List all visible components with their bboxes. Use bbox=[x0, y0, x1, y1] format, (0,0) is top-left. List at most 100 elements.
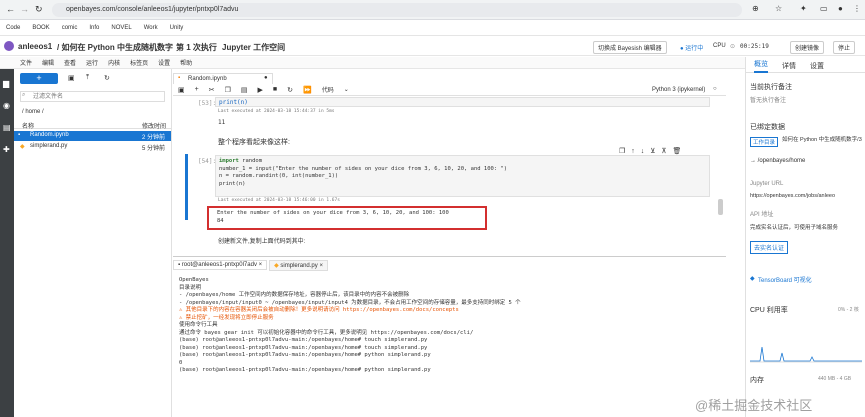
cut-icon[interactable]: ✂ bbox=[209, 86, 215, 94]
star-icon[interactable]: ☆ bbox=[775, 4, 782, 13]
switch-editor-button[interactable]: 切换成 Bayesish 编辑器 bbox=[593, 41, 667, 54]
reload-icon[interactable]: ↻ bbox=[35, 4, 43, 15]
commands-icon[interactable]: ▤ bbox=[3, 123, 11, 132]
paste-icon[interactable]: ▤ bbox=[241, 86, 248, 94]
terminal-line: (base) root@anleeos1-pntxp0l7advu-main:/… bbox=[179, 344, 428, 351]
zoom-icon[interactable]: ⊕ bbox=[752, 4, 759, 13]
save-icon[interactable]: ▣ bbox=[178, 86, 185, 94]
profile-icon[interactable]: ● bbox=[838, 4, 843, 13]
bookmark-novel[interactable]: NOVEL bbox=[111, 25, 131, 31]
file-time: 2 分钟前 bbox=[142, 135, 166, 141]
column-name[interactable]: 名称 bbox=[22, 121, 34, 130]
project-title[interactable]: / 如何在 Python 中生成随机数字 bbox=[57, 42, 173, 53]
breadcrumb[interactable]: / home / bbox=[22, 109, 44, 115]
markdown-cell[interactable]: 创建新文件,复制上面代码到其中: bbox=[218, 236, 305, 245]
workspace-label: Jupyter 工作空间 bbox=[222, 43, 286, 52]
bookmark-comic[interactable]: comic bbox=[62, 25, 78, 31]
tab-settings[interactable]: 设置 bbox=[810, 61, 824, 71]
refresh-icon[interactable]: ↻ bbox=[104, 74, 110, 82]
terminal-line: (base) root@anleeos1-pntxp0l7advu-main:/… bbox=[179, 337, 428, 343]
back-icon[interactable]: ← bbox=[6, 4, 15, 14]
notebook-tab[interactable]: ▪ Random.ipynb ● bbox=[173, 73, 273, 84]
copy-icon[interactable]: ❐ bbox=[225, 86, 231, 94]
file-row-python[interactable]: ◆ simplerand.py 5 分钟前 bbox=[14, 142, 171, 152]
bookmark-code[interactable]: Code bbox=[6, 25, 20, 31]
cpu-chart bbox=[750, 346, 862, 363]
tensorboard-icon: ◆ bbox=[750, 276, 755, 282]
filter-input[interactable] bbox=[20, 91, 165, 102]
new-launcher-button[interactable]: + bbox=[20, 73, 58, 84]
menu-settings[interactable]: 设置 bbox=[158, 58, 170, 67]
bookmark-info[interactable]: Info bbox=[89, 25, 99, 31]
terminal-line: OpenBayes bbox=[179, 277, 209, 283]
active-cell-indicator bbox=[185, 154, 188, 220]
close-icon[interactable]: × bbox=[259, 262, 263, 268]
bookmark-unity[interactable]: Unity bbox=[170, 25, 184, 31]
menu-help[interactable]: 帮助 bbox=[180, 58, 192, 67]
bound-dataset-name[interactable]: 如何在 Python 中生成随机数字/3 bbox=[782, 137, 862, 144]
new-folder-icon[interactable]: ▣ bbox=[68, 74, 75, 82]
cell-toolbar: ❐ ↑ ↓ ⊻ ⊼ 🗑 bbox=[619, 147, 682, 155]
notebook-icon: ▪ bbox=[178, 75, 181, 81]
notebook-icon: ▪ bbox=[18, 132, 21, 138]
note-text[interactable]: 暂无执行备注 bbox=[750, 95, 786, 104]
bookmark-book[interactable]: BOOK bbox=[32, 25, 49, 31]
watermark: @稀土掘金技术社区 bbox=[695, 398, 813, 413]
menu-view[interactable]: 查看 bbox=[64, 58, 76, 67]
close-tab-icon[interactable]: ● bbox=[264, 75, 268, 81]
running-icon[interactable]: ◉ bbox=[3, 101, 10, 110]
menu-icon[interactable]: ⋮ bbox=[853, 4, 861, 13]
address-bar[interactable]: openbayes.com/console/anleeos1/jupyter/p… bbox=[52, 3, 742, 17]
run-icon[interactable]: ▶ bbox=[258, 86, 263, 94]
tab-details[interactable]: 详情 bbox=[782, 61, 796, 71]
cell-prompt: [54]: bbox=[198, 158, 217, 165]
add-above-icon[interactable]: ⊻ bbox=[650, 147, 655, 155]
stop-button[interactable]: 停止 bbox=[833, 41, 856, 54]
code-cell-1[interactable]: print(n) bbox=[215, 97, 710, 107]
code-cell-2[interactable]: import random number_1 = input("Enter th… bbox=[215, 155, 710, 197]
delete-icon[interactable]: 🗑 bbox=[673, 147, 682, 155]
sidebar-icon[interactable]: ▭ bbox=[820, 4, 828, 13]
note-title: 当前执行备注 bbox=[750, 84, 792, 91]
menu-run[interactable]: 运行 bbox=[86, 58, 98, 67]
column-modified[interactable]: 修改时间 bbox=[142, 121, 166, 130]
verify-button[interactable]: 去实名认证 bbox=[750, 241, 789, 254]
username[interactable]: anleeos1 bbox=[18, 42, 52, 51]
browser-toolbar: ← → ↻ openbayes.com/console/anleeos1/jup… bbox=[0, 0, 865, 20]
code-line: print(n) bbox=[219, 180, 246, 187]
add-cell-icon[interactable]: + bbox=[195, 86, 199, 93]
menu-tabs[interactable]: 标签页 bbox=[130, 58, 148, 67]
menu-file[interactable]: 文件 bbox=[20, 58, 32, 67]
move-up-icon[interactable]: ↑ bbox=[631, 148, 635, 155]
extension-icon[interactable]: ✦ bbox=[800, 4, 807, 13]
create-image-button[interactable]: 创建镜像 bbox=[790, 41, 825, 54]
run-all-icon[interactable]: ⏩ bbox=[303, 86, 312, 94]
menu-edit[interactable]: 编辑 bbox=[42, 58, 54, 67]
terminal-tab[interactable]: ▪ root@anleeos1-pntxp0l7adv × bbox=[173, 260, 268, 270]
file-row-notebook[interactable]: ▪ Random.ipynb 2 分钟前 bbox=[14, 131, 171, 141]
extensions-icon[interactable]: ✚ bbox=[3, 145, 10, 154]
cell-type-select[interactable]: 代码 bbox=[322, 85, 334, 94]
terminal-output[interactable]: OpenBayes 目录说明 - /openbayes/home 工作空间内的数… bbox=[179, 277, 719, 375]
editor-tab[interactable]: ◆ simplerand.py × bbox=[269, 259, 328, 271]
restart-icon[interactable]: ↻ bbox=[287, 86, 293, 94]
duplicate-icon[interactable]: ❐ bbox=[619, 147, 625, 155]
folder-icon[interactable]: ▆ bbox=[3, 79, 9, 88]
tensorboard-link[interactable]: TensorBoard 可视化 bbox=[758, 275, 812, 284]
move-down-icon[interactable]: ↓ bbox=[641, 148, 645, 155]
chevron-down-icon[interactable]: ⌄ bbox=[344, 86, 349, 93]
forward-icon[interactable]: → bbox=[20, 4, 29, 14]
stop-icon[interactable]: ■ bbox=[273, 86, 277, 93]
scrollbar[interactable] bbox=[718, 199, 723, 215]
add-below-icon[interactable]: ⊼ bbox=[661, 147, 666, 155]
bookmark-work[interactable]: Work bbox=[144, 25, 158, 31]
tab-overview[interactable]: 概览 bbox=[754, 59, 768, 73]
jupyter-url-value[interactable]: https://openbayes.com/jobs/anleeo bbox=[750, 193, 835, 199]
upload-icon[interactable]: ⤒ bbox=[86, 74, 89, 82]
avatar[interactable] bbox=[4, 41, 14, 51]
kernel-name[interactable]: Python 3 (ipykernel) bbox=[652, 87, 705, 93]
close-icon[interactable]: × bbox=[319, 263, 323, 269]
markdown-cell[interactable]: 整个程序看起来像这样: bbox=[218, 137, 290, 147]
menu-kernel[interactable]: 内核 bbox=[108, 58, 120, 67]
cell-prompt: [53]: bbox=[198, 100, 217, 107]
